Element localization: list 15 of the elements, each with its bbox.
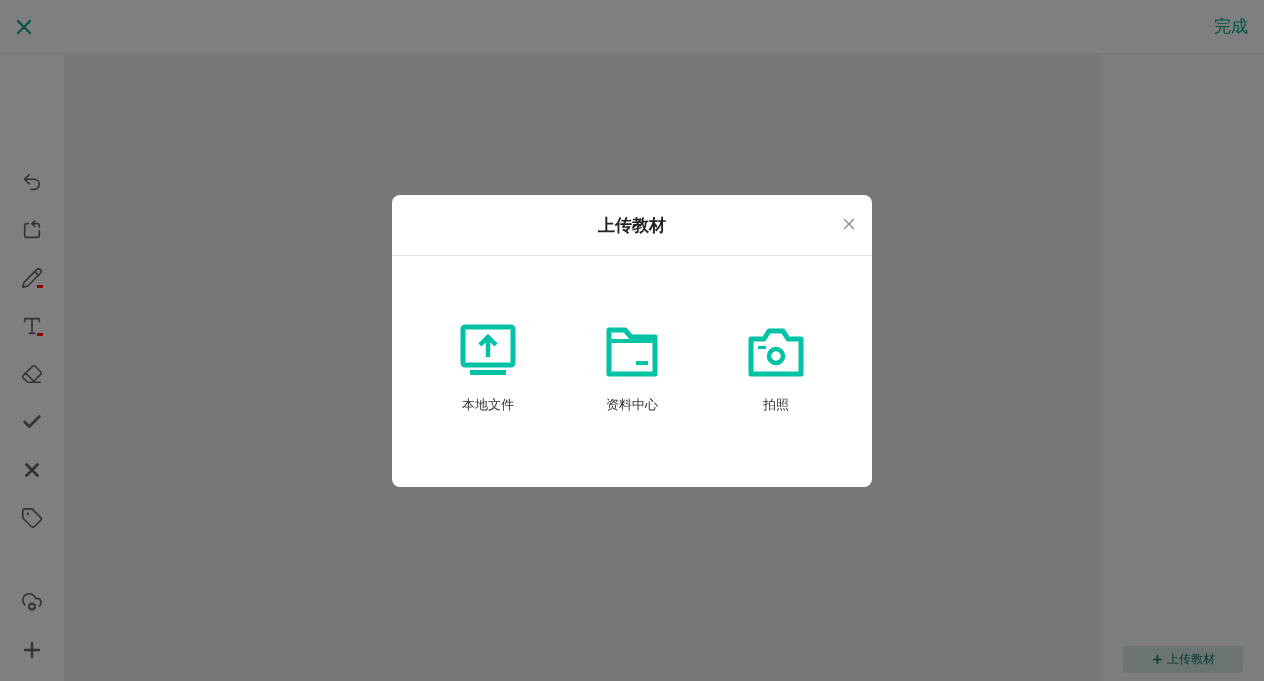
upload-option[interactable]: 拍照 bbox=[716, 324, 836, 424]
tag-icon bbox=[21, 507, 43, 529]
pencil-icon bbox=[21, 267, 43, 289]
dialog-title: 上传教材 bbox=[598, 213, 666, 237]
cloud-icon bbox=[21, 591, 43, 613]
text-icon bbox=[21, 315, 43, 337]
upload-option[interactable]: 本地文件 bbox=[428, 324, 548, 424]
option-label: 本地文件 bbox=[462, 396, 514, 414]
eraser-icon bbox=[21, 363, 43, 385]
rotate-icon bbox=[21, 219, 43, 241]
upload-option[interactable]: 资料中心 bbox=[572, 324, 692, 424]
plus-icon bbox=[1150, 653, 1164, 666]
undo-icon bbox=[21, 171, 43, 193]
option-label: 资料中心 bbox=[606, 396, 658, 414]
option-label: 拍照 bbox=[763, 396, 789, 414]
